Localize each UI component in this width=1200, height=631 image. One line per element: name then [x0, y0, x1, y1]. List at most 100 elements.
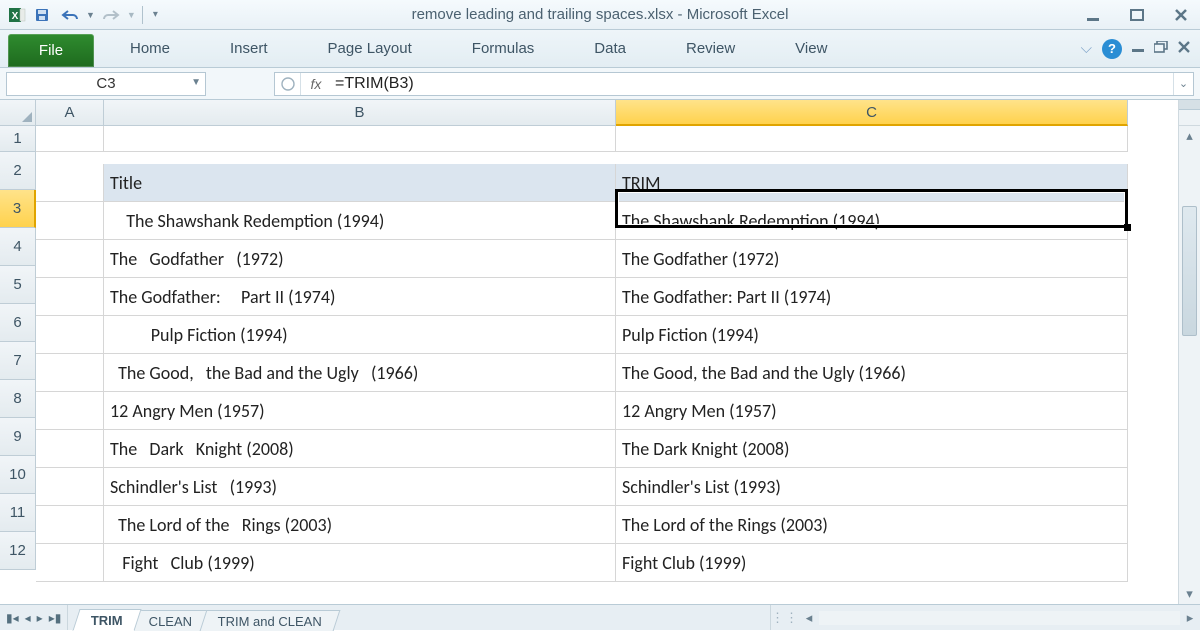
cell[interactable]: [36, 202, 104, 240]
row-header-3[interactable]: 3: [0, 190, 36, 228]
cell[interactable]: [616, 126, 1128, 152]
scroll-down-icon[interactable]: ▾: [1186, 584, 1193, 604]
cell[interactable]: Fight Club (1999): [104, 544, 616, 582]
row-header-2[interactable]: 2: [0, 152, 36, 190]
cell[interactable]: Fight Club (1999): [616, 544, 1128, 582]
row-header-10[interactable]: 10: [0, 456, 36, 494]
expand-formula-bar-icon[interactable]: ⌄: [1173, 73, 1193, 95]
help-button[interactable]: ?: [1102, 39, 1122, 59]
minimize-button[interactable]: [1082, 6, 1104, 24]
insert-function-button[interactable]: [275, 73, 301, 95]
tab-home[interactable]: Home: [100, 30, 200, 67]
cell[interactable]: The Dark Knight (2008): [616, 430, 1128, 468]
split-box-top[interactable]: [1178, 100, 1200, 126]
cell[interactable]: 12 Angry Men (1957): [616, 392, 1128, 430]
vertical-scrollbar[interactable]: ▴ ▾: [1178, 126, 1200, 604]
tab-nav-prev-icon[interactable]: ◂: [25, 611, 31, 625]
horizontal-scrollbar[interactable]: ⋮⋮ ◂ ▸: [770, 605, 1200, 630]
doc-close-button[interactable]: [1178, 40, 1190, 57]
qat-customize-icon[interactable]: ▾: [149, 9, 162, 20]
cell[interactable]: Schindler's List (1993): [104, 468, 616, 506]
cell[interactable]: The Shawshank Redemption (1994): [616, 202, 1128, 240]
col-header-c[interactable]: C: [616, 100, 1128, 126]
undo-dropdown-icon[interactable]: ▼: [86, 10, 95, 20]
cell[interactable]: [36, 164, 104, 202]
scroll-up-icon[interactable]: ▴: [1186, 126, 1193, 146]
cell[interactable]: The Lord of the Rings (2003): [616, 506, 1128, 544]
cell[interactable]: 12 Angry Men (1957): [104, 392, 616, 430]
cell[interactable]: The Dark Knight (2008): [104, 430, 616, 468]
cell[interactable]: [36, 278, 104, 316]
maximize-button[interactable]: [1126, 6, 1148, 24]
row-header-6[interactable]: 6: [0, 304, 36, 342]
row-header-11[interactable]: 11: [0, 494, 36, 532]
row-header-9[interactable]: 9: [0, 418, 36, 456]
column-headers: A B C: [36, 100, 1128, 126]
row-header-1[interactable]: 1: [0, 126, 36, 152]
file-tab[interactable]: File: [8, 34, 94, 67]
name-box-dropdown-icon[interactable]: ▼: [191, 77, 201, 88]
tab-split-handle[interactable]: ⋮⋮: [771, 610, 799, 626]
formula-input[interactable]: [331, 75, 1173, 93]
save-button[interactable]: [30, 4, 54, 26]
scroll-left-icon[interactable]: ◂: [799, 610, 819, 626]
doc-minimize-button[interactable]: [1132, 40, 1144, 57]
cell-header-title[interactable]: Title: [104, 164, 616, 202]
cell[interactable]: [36, 544, 104, 582]
scroll-right-icon[interactable]: ▸: [1180, 610, 1200, 626]
sheet-tab-clean[interactable]: CLEAN: [131, 610, 211, 631]
col-header-a[interactable]: A: [36, 100, 104, 126]
tab-data[interactable]: Data: [564, 30, 656, 67]
tab-nav-last-icon[interactable]: ▸▮: [49, 611, 62, 625]
tab-nav-next-icon[interactable]: ▸: [37, 611, 43, 625]
fx-icon[interactable]: fx: [301, 76, 331, 92]
cell[interactable]: The Good, the Bad and the Ugly (1966): [104, 354, 616, 392]
cell-header-trim[interactable]: TRIM: [616, 164, 1128, 202]
row-header-7[interactable]: 7: [0, 342, 36, 380]
col-header-b[interactable]: B: [104, 100, 616, 126]
scroll-thumb[interactable]: [1182, 206, 1197, 336]
undo-button[interactable]: [58, 4, 82, 26]
row-header-5[interactable]: 5: [0, 266, 36, 304]
cell[interactable]: [36, 468, 104, 506]
sheet-tab-trim-and-clean[interactable]: TRIM and CLEAN: [200, 610, 341, 631]
cell[interactable]: [36, 240, 104, 278]
tab-insert[interactable]: Insert: [200, 30, 298, 67]
redo-button[interactable]: [99, 4, 123, 26]
fill-handle[interactable]: [1124, 224, 1131, 231]
cell[interactable]: The Lord of the Rings (2003): [104, 506, 616, 544]
tab-page-layout[interactable]: Page Layout: [298, 30, 442, 67]
doc-restore-button[interactable]: [1154, 40, 1168, 57]
cell[interactable]: Pulp Fiction (1994): [104, 316, 616, 354]
cell[interactable]: [104, 126, 616, 152]
close-button[interactable]: [1170, 6, 1192, 24]
select-all-corner[interactable]: [0, 100, 36, 126]
tab-view[interactable]: View: [765, 30, 857, 67]
cell[interactable]: The Shawshank Redemption (1994): [104, 202, 616, 240]
excel-icon[interactable]: X: [8, 6, 26, 24]
row-header-8[interactable]: 8: [0, 380, 36, 418]
tab-formulas[interactable]: Formulas: [442, 30, 565, 67]
cell[interactable]: [36, 392, 104, 430]
cell[interactable]: The Godfather: Part II (1974): [104, 278, 616, 316]
cell[interactable]: [36, 430, 104, 468]
cell[interactable]: [36, 506, 104, 544]
cell[interactable]: [36, 316, 104, 354]
cell[interactable]: [36, 354, 104, 392]
cell[interactable]: The Godfather: Part II (1974): [616, 278, 1128, 316]
cell[interactable]: The Godfather (1972): [616, 240, 1128, 278]
row-header-12[interactable]: 12: [0, 532, 36, 570]
tab-review[interactable]: Review: [656, 30, 765, 67]
row-header-4[interactable]: 4: [0, 228, 36, 266]
name-box[interactable]: C3 ▼: [6, 72, 206, 96]
tab-nav-first-icon[interactable]: ▮◂: [6, 611, 19, 625]
cell[interactable]: Pulp Fiction (1994): [616, 316, 1128, 354]
cell[interactable]: Schindler's List (1993): [616, 468, 1128, 506]
cell[interactable]: The Good, the Bad and the Ugly (1966): [616, 354, 1128, 392]
sheet-tab-trim[interactable]: TRIM: [73, 609, 142, 631]
cell[interactable]: [36, 126, 104, 152]
ribbon-minimize-icon[interactable]: ⌵: [1081, 40, 1092, 57]
cells-area[interactable]: Title TRIM The Shawshank Redemption (199…: [36, 126, 1128, 582]
cell[interactable]: The Godfather (1972): [104, 240, 616, 278]
redo-dropdown-icon[interactable]: ▼: [127, 10, 136, 20]
